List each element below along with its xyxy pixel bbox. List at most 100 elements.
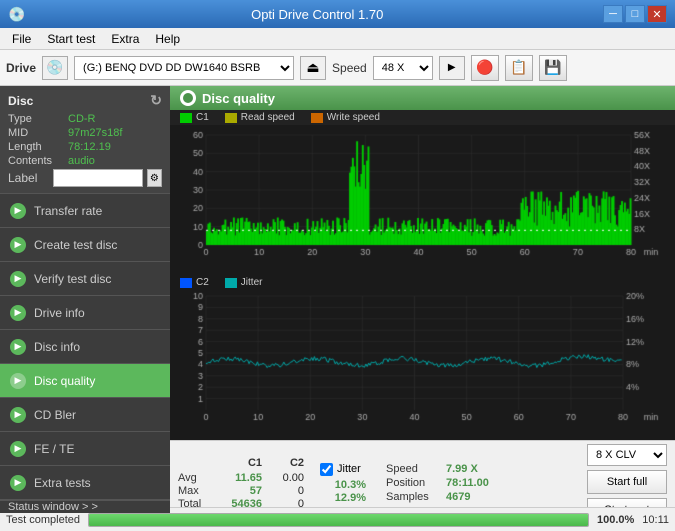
jitter-legend-label: Jitter (241, 277, 263, 288)
total-c1: 54636 (216, 498, 262, 508)
speed-apply-button[interactable]: ▶ (439, 56, 465, 80)
clv-select[interactable]: 8 X CLV (587, 444, 667, 466)
c2-legend-label: C2 (196, 277, 209, 288)
nav-label-extra-tests: Extra tests (34, 476, 91, 490)
nav-item-verify-test-disc[interactable]: ▶Verify test disc (0, 262, 170, 296)
disc-refresh-icon[interactable]: ↻ (150, 92, 162, 109)
c2-chart-container (170, 290, 675, 440)
nav-icon-disc-quality: ▶ (10, 373, 26, 389)
progress-bar-fill (89, 514, 588, 526)
chart-legend-bottom: C2 Jitter (170, 275, 675, 290)
drive-refresh-button[interactable]: ⏏ (300, 56, 326, 80)
nav-item-create-test-disc[interactable]: ▶ Create test disc (0, 228, 170, 262)
minimize-button[interactable]: ─ (603, 5, 623, 23)
title-bar: 💿 Opti Drive Control 1.70 ─ □ ✕ (0, 0, 675, 28)
menu-file[interactable]: File (4, 30, 39, 48)
status-percent: 100.0% (597, 514, 634, 526)
nav-item-disc-info[interactable]: ▶ Disc info (0, 330, 170, 364)
drive-bar: Drive 💿 (G:) BENQ DVD DD DW1640 BSRB ⏏ S… (0, 50, 675, 86)
nav-item-drive-info[interactable]: ▶Drive info (0, 296, 170, 330)
samples-label: Samples (386, 491, 442, 503)
read-speed-legend-label: Read speed (241, 112, 295, 123)
action-buttons: 8 X CLV Start full Start part (587, 444, 667, 507)
nav-label-verify-test-disc: Verify test disc (34, 272, 111, 286)
disc-contents-val: audio (68, 155, 95, 167)
menu-start-test[interactable]: Start test (39, 30, 103, 48)
disc-label-input[interactable] (53, 169, 143, 187)
disc-length-key: Length (8, 141, 68, 153)
c1-chart-container (170, 125, 675, 275)
nav-label-disc-quality: Disc quality (34, 374, 95, 388)
disc-length-val: 78:12.19 (68, 141, 111, 153)
nav-icon-disc-info: ▶ (10, 339, 26, 355)
left-panel: Disc ↻ Type CD-R MID 97m27s18f Length 78… (0, 86, 170, 507)
erase-button[interactable]: 🔴 (471, 55, 499, 81)
start-full-button[interactable]: Start full (587, 470, 667, 494)
speed-stat-val: 7.99 X (446, 463, 478, 475)
menu-help[interactable]: Help (147, 30, 188, 48)
max-c2: 0 (264, 485, 304, 497)
jitter-checkbox-label: Jitter (337, 463, 361, 475)
disc-section: Disc ↻ Type CD-R MID 97m27s18f Length 78… (0, 86, 170, 194)
menu-extra[interactable]: Extra (103, 30, 147, 48)
avg-c2: 0.00 (264, 472, 304, 484)
c1-legend-color (180, 113, 192, 123)
window-controls: ─ □ ✕ (603, 5, 667, 23)
nav-icon-extra-tests: ▶ (10, 475, 26, 491)
start-part-button[interactable]: Start part (587, 498, 667, 507)
disc-mid-val: 97m27s18f (68, 127, 122, 139)
disc-type-key: Type (8, 113, 68, 125)
status-time: 10:11 (642, 514, 669, 526)
nav-item-transfer-rate[interactable]: ▶Transfer rate (0, 194, 170, 228)
nav-item-fe-te[interactable]: ▶FE / TE (0, 432, 170, 466)
maximize-button[interactable]: □ (625, 5, 645, 23)
nav-item-extra-tests[interactable]: ▶ Extra tests (0, 466, 170, 500)
speed-label: Speed (332, 61, 367, 75)
disc-header-label: Disc (8, 94, 33, 108)
disc-label-edit-button[interactable]: ⚙ (147, 169, 162, 187)
samples-val: 4679 (446, 491, 470, 503)
c2-legend-color (180, 278, 192, 288)
drive-select[interactable]: (G:) BENQ DVD DD DW1640 BSRB (74, 56, 294, 80)
speed-select[interactable]: 48 X (373, 56, 433, 80)
nav-icon-create-test-disc: ▶ (10, 237, 26, 253)
nav-icon-fe-te: ▶ (10, 441, 26, 457)
stats-bar: C1 C2 Avg 11.65 0.00 Max 57 0 Total 5463… (170, 440, 675, 507)
status-window-button[interactable]: Status window > > (0, 500, 170, 513)
app-icon: 💿 (8, 6, 25, 23)
drive-eject-icon[interactable]: 💿 (42, 56, 68, 80)
main-layout: Disc ↻ Type CD-R MID 97m27s18f Length 78… (0, 86, 675, 507)
nav-icon-transfer-rate: ▶ (10, 203, 26, 219)
speed-stat-label: Speed (386, 463, 442, 475)
jitter-legend-color (225, 278, 237, 288)
nav-label-drive-info: Drive info (34, 306, 85, 320)
close-button[interactable]: ✕ (647, 5, 667, 23)
nav-item-disc-quality[interactable]: ▶ Disc quality (0, 364, 170, 398)
nav-label-create-test-disc: Create test disc (34, 238, 117, 252)
disc-mid-key: MID (8, 127, 68, 139)
app-title: Opti Drive Control 1.70 (31, 7, 603, 22)
max-label: Max (178, 485, 214, 497)
nav-label-disc-info: Disc info (34, 340, 80, 354)
position-label: Position (386, 477, 442, 489)
max-c1: 57 (216, 485, 262, 497)
nav-label-cd-bler: CD Bler (34, 408, 76, 422)
menu-bar: File Start test Extra Help (0, 28, 675, 50)
disc-contents-key: Contents (8, 155, 68, 167)
disc-quality-icon (180, 90, 196, 106)
c2-jitter-chart (170, 290, 675, 440)
col-header-c1: C1 (216, 457, 262, 469)
max-jitter: 12.9% (320, 492, 366, 504)
write-speed-legend-label: Write speed (327, 112, 380, 123)
avg-label: Avg (178, 472, 214, 484)
disc-quality-header: Disc quality (170, 86, 675, 110)
info-button[interactable]: 📋 (505, 55, 533, 81)
nav-item-cd-bler[interactable]: ▶ CD Bler (0, 398, 170, 432)
c1-chart (170, 125, 675, 275)
jitter-checkbox[interactable] (320, 463, 333, 476)
right-panel: Disc quality C1 Read speed Write speed (170, 86, 675, 507)
progress-bar-container (88, 513, 589, 527)
nav-icon-cd-bler: ▶ (10, 407, 26, 423)
drive-label: Drive (6, 61, 36, 75)
save-button[interactable]: 💾 (539, 55, 567, 81)
